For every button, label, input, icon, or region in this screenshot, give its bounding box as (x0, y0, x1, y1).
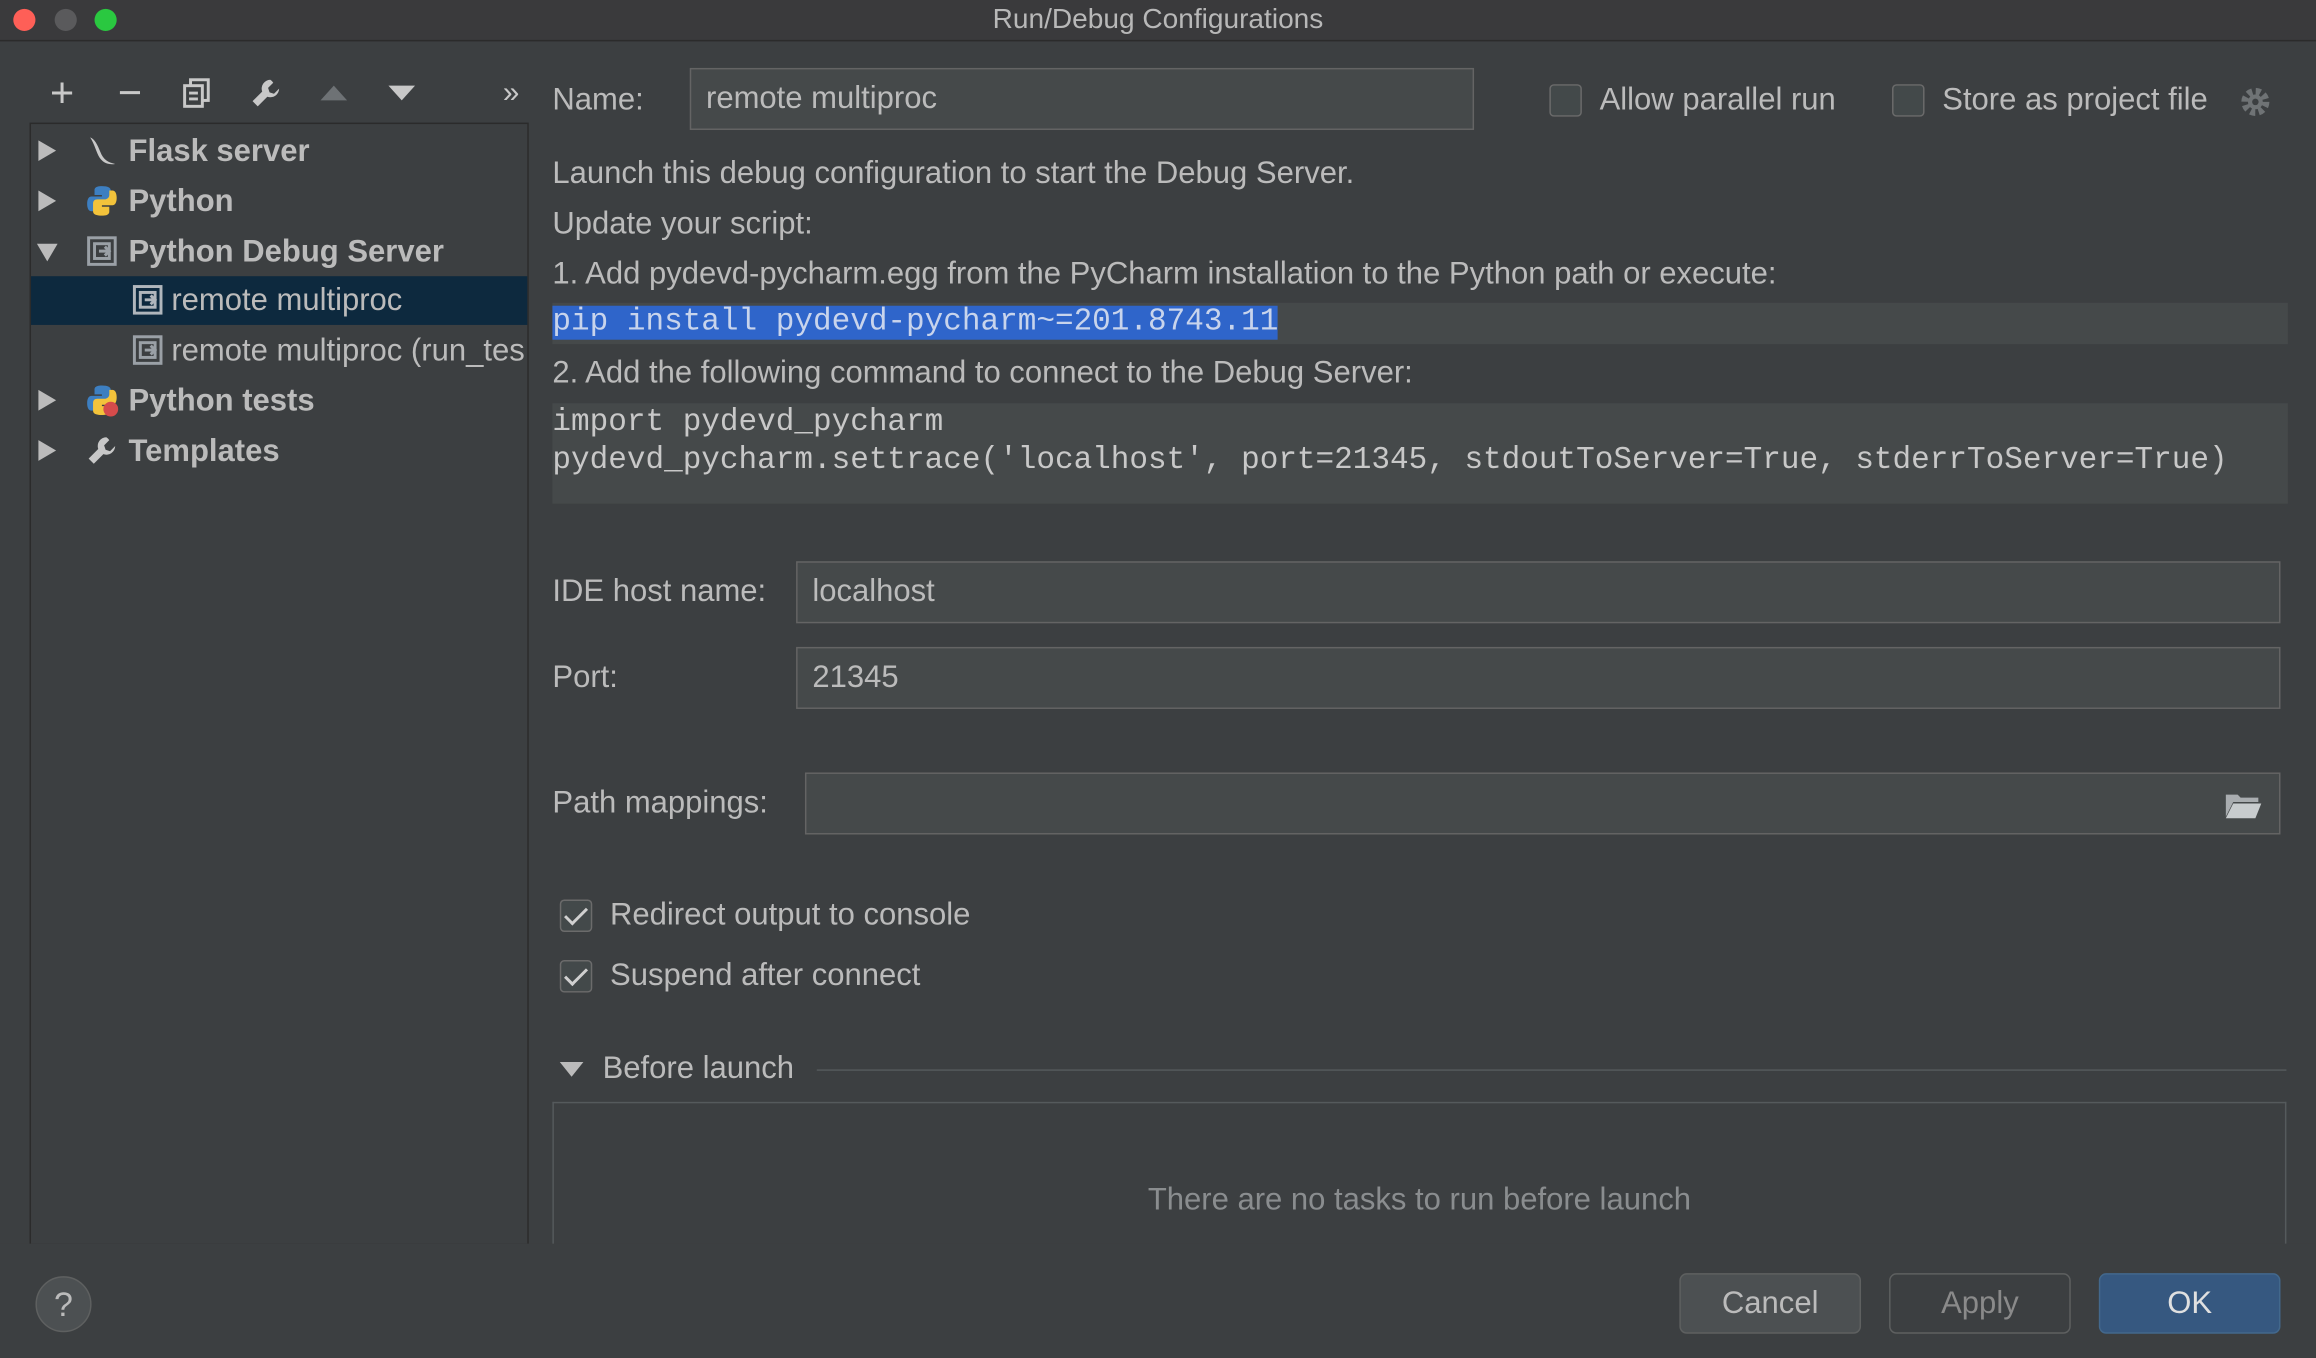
before-launch-label[interactable]: Before launch (603, 1052, 794, 1087)
arrow-down-icon (388, 85, 416, 101)
debug-server-icon (87, 236, 117, 266)
configuration-tree: Flask server Python Python Debug Server … (29, 122, 529, 1246)
no-tasks-message: There are no tasks to run before launch (1147, 1183, 1691, 1218)
copy-configuration-button[interactable] (174, 71, 218, 115)
tree-item-remote-multiproc-run-tests[interactable]: remote multiproc (run_tes (31, 326, 527, 375)
before-launch-task-list[interactable]: There are no tasks to run before launch (552, 1101, 2287, 1250)
add-configuration-button[interactable]: + (40, 69, 84, 116)
more-actions-button[interactable]: » (489, 71, 533, 115)
expand-arrow-icon[interactable] (38, 389, 57, 411)
cancel-button[interactable]: Cancel (1679, 1273, 1862, 1334)
debug-config-icon (132, 335, 163, 365)
help-button[interactable]: ? (35, 1276, 92, 1333)
allow-parallel-run-label: Allow parallel run (1599, 82, 1836, 117)
before-launch-divider (816, 1069, 2287, 1071)
wrench-icon (88, 437, 116, 464)
step-2-text: 2. Add the following command to connect … (552, 355, 1413, 390)
code-line-1: import pydevd_pycharm (552, 406, 944, 441)
port-input[interactable]: 21345 (796, 646, 2281, 709)
python-icon (87, 186, 117, 216)
gear-icon[interactable] (2238, 84, 2273, 119)
window-title: Run/Debug Configurations (992, 4, 1324, 36)
double-chevron-icon: » (502, 76, 520, 109)
redirect-output-label: Redirect output to console (610, 898, 971, 932)
info-line-2: Update your script: (552, 206, 813, 241)
store-as-project-file-label: Store as project file (1942, 82, 2208, 117)
remove-configuration-button[interactable]: − (108, 69, 152, 116)
tree-item-templates[interactable]: Templates (31, 427, 527, 476)
pip-command[interactable]: pip install pydevd-pycharm~=201.8743.11 (552, 305, 1279, 340)
path-mappings-input[interactable] (804, 772, 2281, 835)
redirect-output-checkbox[interactable] (559, 899, 593, 932)
expand-arrow-icon[interactable] (38, 440, 57, 461)
expand-arrow-icon[interactable] (38, 140, 57, 161)
python-tests-icon (87, 385, 119, 417)
settrace-code-block[interactable]: import pydevd_pycharm pydevd_pycharm.set… (552, 403, 2288, 504)
help-icon: ? (54, 1284, 73, 1323)
path-mappings-label: Path mappings: (552, 785, 768, 820)
code-line-2: pydevd_pycharm.settrace('localhost', por… (552, 444, 2228, 479)
dialog: Run/Debug Configurations + − » Flask ser… (0, 0, 2316, 1358)
move-up-button[interactable] (312, 71, 356, 115)
ok-button[interactable]: OK (2098, 1273, 2281, 1334)
tree-item-remote-multiproc[interactable]: remote multiproc (31, 276, 528, 325)
title-bar: Run/Debug Configurations (0, 0, 2316, 42)
port-label: Port: (552, 660, 618, 695)
debug-config-icon (132, 285, 163, 315)
pip-command-block[interactable]: pip install pydevd-pycharm~=201.8743.11 (552, 302, 2288, 345)
name-label: Name: (552, 82, 644, 117)
store-as-project-file-checkbox[interactable] (1892, 84, 1925, 117)
plus-icon: + (49, 69, 75, 116)
arrow-up-icon (320, 85, 348, 101)
collapse-arrow-icon[interactable] (36, 243, 58, 262)
ide-host-name-input[interactable]: localhost (796, 561, 2281, 624)
wrench-icon (252, 79, 280, 107)
info-line-1: Launch this debug configuration to start… (552, 156, 1355, 191)
flask-icon (90, 137, 116, 165)
tree-item-python[interactable]: Python (31, 177, 527, 226)
suspend-after-connect-checkbox[interactable] (559, 960, 593, 993)
allow-parallel-run-checkbox[interactable] (1549, 84, 1582, 117)
edit-defaults-button[interactable] (244, 71, 288, 115)
folder-icon[interactable] (2224, 790, 2262, 820)
tree-item-python-debug-server[interactable]: Python Debug Server (31, 227, 527, 276)
move-down-button[interactable] (380, 71, 424, 115)
name-input[interactable]: remote multiproc (689, 67, 1475, 130)
tree-item-python-tests[interactable]: Python tests (31, 377, 527, 426)
apply-button[interactable]: Apply (1889, 1273, 2071, 1334)
suspend-after-connect-label: Suspend after connect (610, 958, 921, 993)
expand-arrow-icon[interactable] (38, 190, 57, 212)
step-1-text: 1. Add pydevd-pycharm.egg from the PyCha… (552, 256, 1777, 291)
before-launch-toggle-icon[interactable] (559, 1061, 584, 1077)
tree-item-flask-server[interactable]: Flask server (31, 127, 527, 176)
minus-icon: − (117, 69, 143, 116)
ide-host-name-label: IDE host name: (552, 574, 767, 609)
copy-icon (183, 78, 210, 108)
config-toolbar: + − » (30, 65, 529, 118)
